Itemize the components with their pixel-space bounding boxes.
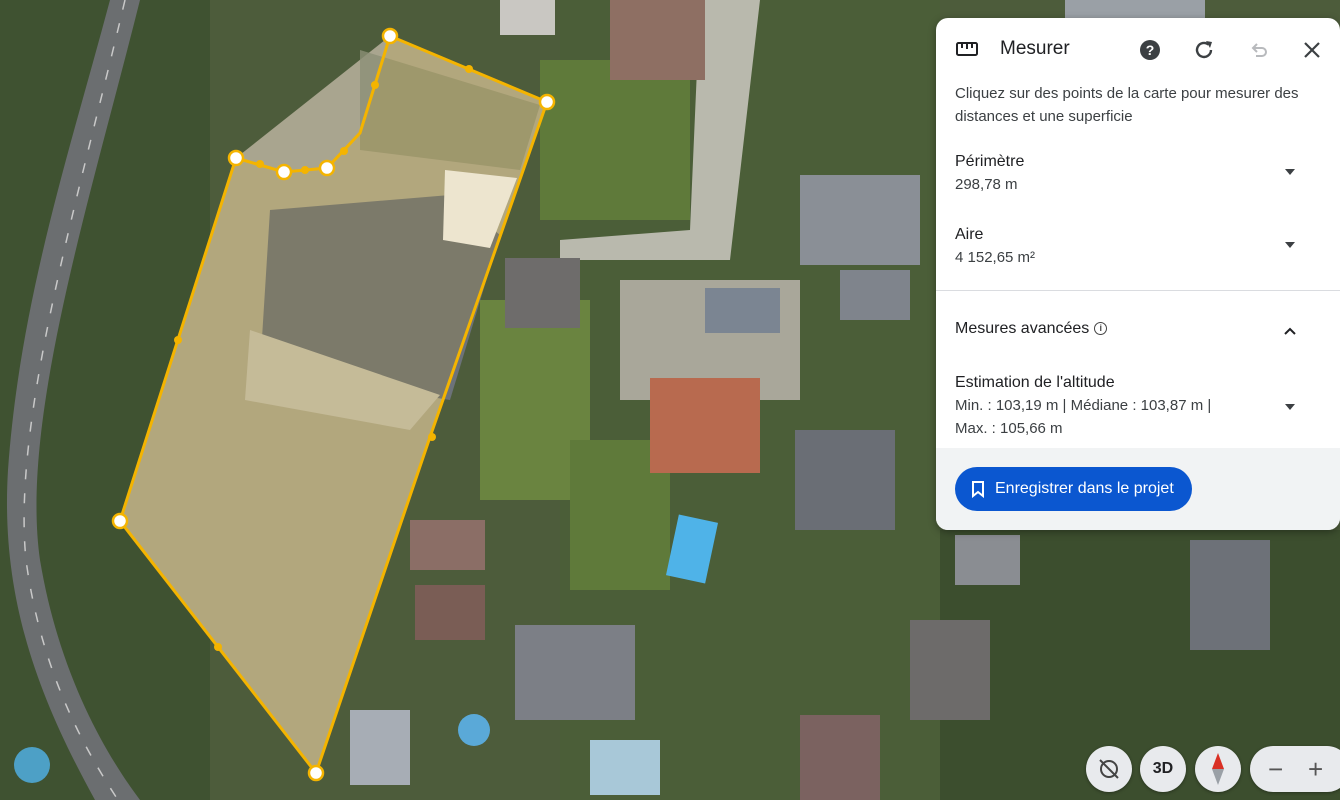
- close-button[interactable]: [1298, 36, 1326, 64]
- compass-icon: [1212, 753, 1224, 785]
- close-icon: [1304, 42, 1320, 58]
- help-icon: ?: [1140, 40, 1160, 60]
- altitude-label: Estimation de l'altitude: [955, 374, 1115, 391]
- measurement-vertex[interactable]: [227, 149, 245, 167]
- help-button[interactable]: ?: [1136, 36, 1164, 64]
- advanced-measures-label: Mesures avancées: [955, 320, 1090, 337]
- zoom-control: − +: [1250, 746, 1340, 792]
- measurement-vertex[interactable]: [318, 159, 336, 177]
- reset-button[interactable]: [1190, 36, 1218, 64]
- measurement-vertex[interactable]: [381, 27, 399, 45]
- measurement-vertex[interactable]: [538, 93, 556, 111]
- panel-header: Mesurer ?: [936, 18, 1340, 82]
- measure-panel: Mesurer ? Cliquez sur des points de la c…: [936, 18, 1340, 530]
- save-to-project-label: Enregistrer dans le projet: [995, 480, 1174, 497]
- divider: [936, 290, 1340, 291]
- svg-text:?: ?: [1146, 42, 1155, 58]
- altitude-dropdown-icon[interactable]: [1284, 403, 1296, 411]
- advanced-measures-header[interactable]: Mesures avancées i: [955, 320, 1108, 338]
- ruler-icon: [956, 42, 978, 56]
- zoom-out-button[interactable]: −: [1268, 754, 1283, 785]
- measurement-vertex[interactable]: [307, 764, 325, 782]
- collapse-chevron-icon[interactable]: [1284, 327, 1296, 335]
- perimeter-label: Périmètre: [955, 153, 1025, 170]
- refresh-icon: [1195, 41, 1213, 59]
- perimeter-row[interactable]: Périmètre 298,78 m: [955, 151, 1315, 196]
- panel-description: Cliquez sur des points de la carte pour …: [955, 85, 1299, 125]
- perimeter-value: 298,78 m: [955, 176, 1018, 193]
- area-row[interactable]: Aire 4 152,65 m²: [955, 224, 1315, 269]
- undo-icon: [1251, 43, 1267, 57]
- undo-button[interactable]: [1245, 36, 1273, 64]
- measurement-vertex[interactable]: [111, 512, 129, 530]
- area-label: Aire: [955, 226, 984, 243]
- area-value: 4 152,65 m²: [955, 249, 1036, 266]
- panel-title: Mesurer: [1000, 38, 1070, 59]
- info-icon[interactable]: i: [1094, 322, 1108, 335]
- tilt-toggle-button[interactable]: [1086, 746, 1132, 792]
- altitude-line2: Max. : 105,66 m: [955, 420, 1063, 437]
- area-dropdown-icon[interactable]: [1284, 241, 1296, 249]
- measurement-vertex[interactable]: [275, 163, 293, 181]
- tilt-off-icon: [1099, 759, 1119, 779]
- 3d-button[interactable]: 3D: [1140, 746, 1186, 792]
- compass-button[interactable]: [1195, 746, 1241, 792]
- bookmark-icon: [972, 480, 984, 498]
- perimeter-dropdown-icon[interactable]: [1284, 168, 1296, 176]
- save-to-project-button[interactable]: Enregistrer dans le projet: [955, 467, 1192, 511]
- zoom-in-button[interactable]: +: [1308, 754, 1323, 785]
- altitude-line1: Min. : 103,19 m | Médiane : 103,87 m |: [955, 397, 1212, 414]
- altitude-row[interactable]: Estimation de l'altitude Min. : 103,19 m…: [955, 372, 1315, 440]
